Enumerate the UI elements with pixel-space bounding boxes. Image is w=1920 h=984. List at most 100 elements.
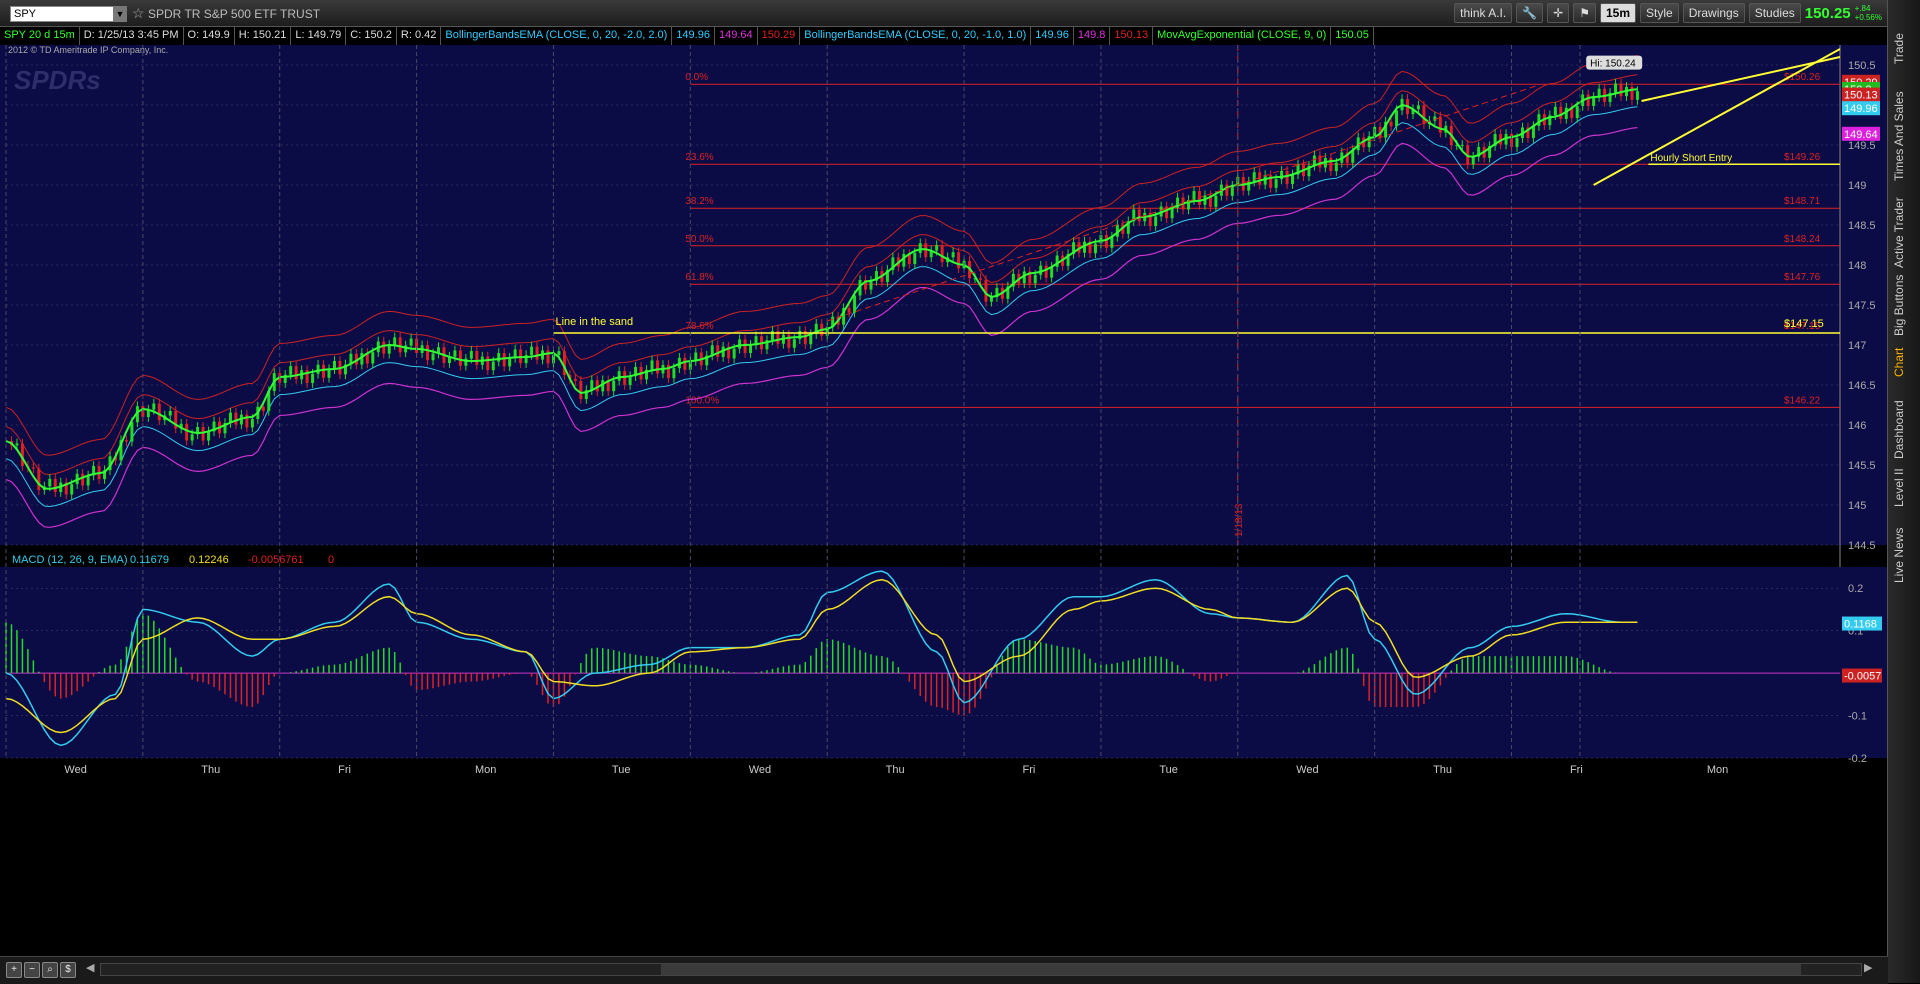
zoom-out-icon[interactable]: −: [24, 962, 40, 978]
price-tick-label: 150.5: [1848, 60, 1876, 72]
drawings-button[interactable]: Drawings: [1682, 3, 1745, 23]
candle-body: [458, 350, 462, 366]
candle-body: [655, 360, 659, 374]
candle-body: [185, 423, 189, 441]
candle-body: [847, 308, 851, 313]
candle-body: [902, 254, 906, 267]
candle-body: [650, 360, 654, 370]
candle-body: [431, 353, 435, 361]
sidebar-tab-trade[interactable]: Trade: [1892, 26, 1916, 71]
bottom-bar: + − ⌕ $ ◀ ▶: [0, 956, 1888, 984]
price-tick-label: 145.5: [1848, 460, 1876, 472]
fib-level-label: 38.2%: [685, 196, 713, 207]
candle-body: [1165, 206, 1169, 219]
macd-legend-value: 0.12246: [189, 554, 229, 566]
horizontal-scrollbar[interactable]: [100, 963, 1862, 976]
candle-body: [311, 373, 315, 383]
symbol-description: SPDR TR S&P 500 ETF TRUST: [148, 7, 321, 21]
last-price: 150.25: [1804, 4, 1851, 22]
scroll-left-icon[interactable]: ◀: [86, 961, 94, 974]
candle-body: [1093, 243, 1097, 254]
x-tick-label: Tue: [1159, 764, 1178, 776]
candle-body: [1044, 265, 1048, 278]
sidebar-tab-times-and-sales[interactable]: Times And Sales: [1892, 86, 1916, 186]
candle-body: [579, 380, 583, 399]
hourly-short-label: Hourly Short Entry: [1650, 153, 1732, 164]
candle-body: [322, 364, 326, 378]
sidebar-tab-big-buttons[interactable]: Big Buttons: [1892, 270, 1916, 340]
sidebar-tab-level-ii[interactable]: Level II: [1892, 465, 1916, 510]
zoom-fit-icon[interactable]: ⌕: [42, 962, 58, 978]
price-tick-label: 149: [1848, 180, 1866, 192]
candle-body: [1471, 156, 1475, 165]
symbol-input[interactable]: SPY: [10, 6, 123, 22]
bb2-label[interactable]: BollingerBandsEMA (CLOSE, 0, 20, -1.0, 1…: [800, 27, 1032, 45]
timeframe-button[interactable]: 15m: [1599, 3, 1637, 23]
candle-body: [86, 475, 90, 486]
sidebar-tab-dashboard[interactable]: Dashboard: [1892, 395, 1916, 465]
price-tick-label: 149.5: [1848, 140, 1876, 152]
candle-body: [371, 352, 375, 364]
favorite-star-icon[interactable]: ☆: [132, 5, 145, 22]
x-tick-label: Mon: [475, 764, 496, 776]
candle-body: [201, 427, 205, 441]
think-ai-button[interactable]: think A.I.: [1454, 3, 1513, 23]
fib-level-label: 50.0%: [685, 234, 713, 245]
chart-spec[interactable]: SPY 20 d 15m: [0, 27, 80, 45]
price-tick-label: 148: [1848, 260, 1866, 272]
style-label: Style: [1646, 6, 1673, 20]
chart-area[interactable]: 144.5 145 145.5 146 146.5 147 147.5 148 148.5 149…: [0, 45, 1888, 956]
bb2-mid: 149.96: [1031, 27, 1074, 45]
price-scale-icon[interactable]: $: [60, 962, 76, 978]
scrollbar-thumb[interactable]: [661, 964, 1801, 975]
macd-legend-value: 0.11679: [130, 554, 169, 566]
x-tick-label: Fri: [1022, 764, 1035, 776]
macd-legend-value: 0: [328, 554, 334, 566]
candle-body: [1137, 209, 1141, 222]
candle-body: [261, 406, 265, 411]
candle-body: [1334, 162, 1338, 172]
candle-body: [1214, 195, 1218, 207]
scroll-right-icon[interactable]: ▶: [1864, 961, 1872, 974]
candle-body: [1575, 106, 1579, 118]
zoom-in-icon[interactable]: +: [6, 962, 22, 978]
fib-level-label: 61.8%: [685, 272, 713, 283]
candle-body: [409, 338, 413, 346]
ema-label[interactable]: MovAvgExponential (CLOSE, 9, 0): [1153, 27, 1332, 45]
candle-body: [853, 295, 857, 313]
flag-icon[interactable]: ⚑: [1573, 3, 1596, 23]
candle-body: [743, 339, 747, 353]
symbol-dropdown-icon[interactable]: ▼: [113, 6, 127, 22]
candle-body: [48, 478, 52, 487]
sidebar-tab-active-trader[interactable]: Active Trader: [1892, 190, 1916, 275]
bar-close: C: 150.2: [346, 27, 397, 45]
candle-body: [1614, 83, 1618, 93]
bb1-label[interactable]: BollingerBandsEMA (CLOSE, 0, 20, -2.0, 2…: [441, 27, 673, 45]
candle-body: [1460, 144, 1464, 146]
sidebar-tab-chart[interactable]: Chart: [1892, 342, 1916, 382]
candle-body: [1274, 179, 1278, 188]
candle-body: [1252, 172, 1256, 182]
style-button[interactable]: Style: [1640, 3, 1679, 23]
fib-price-label: $147.76: [1784, 272, 1821, 283]
candle-body: [207, 431, 211, 441]
candle-body: [869, 280, 873, 290]
crosshair-icon[interactable]: ✛: [1547, 3, 1570, 23]
bar-high: H: 150.21: [235, 27, 292, 45]
spdrs-logo: SPDRs: [14, 65, 101, 95]
candle-body: [1104, 235, 1108, 248]
macd-panel[interactable]: -0.2-0.100.10.2MACD (12, 26, 9, EMA)0.11…: [0, 554, 1888, 765]
fib-level-label: 0.0%: [685, 72, 708, 83]
candle-body: [1291, 174, 1295, 185]
candle-body: [1586, 94, 1590, 106]
candle-body: [672, 368, 676, 379]
macd-legend-value: -0.0056761: [248, 554, 304, 566]
settings-wrench-icon[interactable]: 🔧: [1516, 3, 1544, 23]
ema-value: 150.05: [1331, 27, 1374, 45]
studies-button[interactable]: Studies: [1748, 3, 1801, 23]
candle-body: [130, 422, 134, 442]
sidebar-tab-live-news[interactable]: Live News: [1892, 525, 1916, 585]
candle-body: [31, 467, 35, 469]
candle-body: [1154, 216, 1158, 227]
candle-body: [535, 346, 539, 360]
